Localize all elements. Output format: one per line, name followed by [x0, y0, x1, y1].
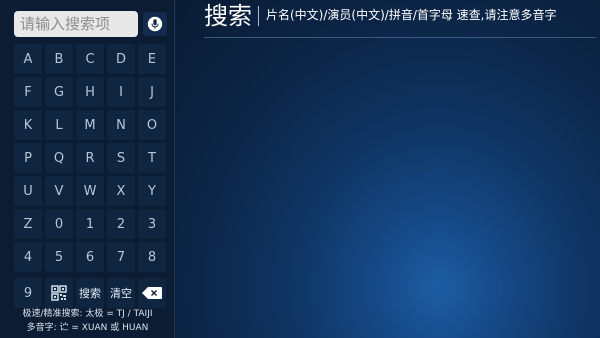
key-2[interactable]: 2: [107, 209, 135, 239]
keyboard-row: ABCDE: [14, 44, 168, 74]
key-0[interactable]: 0: [45, 209, 73, 239]
key-6[interactable]: 6: [76, 242, 104, 272]
qr-code-button[interactable]: [45, 278, 73, 308]
key-8[interactable]: 8: [138, 242, 166, 272]
keyboard-action-row: 9 搜索 清空: [14, 278, 166, 308]
key-w[interactable]: W: [76, 176, 104, 206]
key-h[interactable]: H: [76, 77, 104, 107]
page-title: 搜索: [204, 2, 252, 30]
key-f[interactable]: F: [14, 77, 42, 107]
key-y[interactable]: Y: [138, 176, 166, 206]
onscreen-keyboard: ABCDEFGHIJKLMNOPQRSTUVWXYZ012345678: [14, 44, 168, 275]
search-button[interactable]: 搜索: [76, 278, 104, 308]
header-divider: [204, 37, 596, 38]
hint-polyphonic: 多音字: 𬣞 = XUAN 或 HUAN: [26, 323, 149, 333]
key-u[interactable]: U: [14, 176, 42, 206]
key-l[interactable]: L: [45, 110, 73, 140]
key-m[interactable]: M: [76, 110, 104, 140]
key-1[interactable]: 1: [76, 209, 104, 239]
microphone-icon: [147, 16, 163, 32]
keyboard-row: KLMNO: [14, 110, 168, 140]
key-g[interactable]: G: [45, 77, 73, 107]
backspace-icon: [142, 287, 162, 299]
key-t[interactable]: T: [138, 143, 166, 173]
keyboard-row: 45678: [14, 242, 168, 272]
key-e[interactable]: E: [138, 44, 166, 74]
hint-fast-search: 极速/精准搜索: 太极 = TJ / TAIJI: [22, 309, 153, 319]
key-3[interactable]: 3: [138, 209, 166, 239]
clear-button[interactable]: 清空: [107, 278, 135, 308]
key-d[interactable]: D: [107, 44, 135, 74]
key-4[interactable]: 4: [14, 242, 42, 272]
search-screen: 请输入搜索项 ABCDEFGHIJKLMNOPQRSTUVWXYZ0123456…: [0, 0, 600, 338]
backspace-button[interactable]: [138, 278, 166, 308]
results-area: 搜索 片名(中文)/演员(中文)/拼音/首字母 速查,请注意多音字: [176, 0, 600, 338]
search-input[interactable]: 请输入搜索项: [14, 11, 138, 37]
key-5[interactable]: 5: [45, 242, 73, 272]
key-x[interactable]: X: [107, 176, 135, 206]
voice-search-button[interactable]: [143, 12, 167, 36]
key-9[interactable]: 9: [14, 278, 42, 308]
key-r[interactable]: R: [76, 143, 104, 173]
title-divider: [258, 6, 259, 26]
keyboard-panel: 请输入搜索项 ABCDEFGHIJKLMNOPQRSTUVWXYZ0123456…: [0, 0, 175, 338]
key-k[interactable]: K: [14, 110, 42, 140]
key-o[interactable]: O: [138, 110, 166, 140]
keyboard-row: UVWXY: [14, 176, 168, 206]
keyboard-row: PQRST: [14, 143, 168, 173]
key-a[interactable]: A: [14, 44, 42, 74]
key-j[interactable]: J: [138, 77, 166, 107]
key-p[interactable]: P: [14, 143, 42, 173]
search-instructions: 片名(中文)/演员(中文)/拼音/首字母 速查,请注意多音字: [266, 8, 557, 22]
key-c[interactable]: C: [76, 44, 104, 74]
key-s[interactable]: S: [107, 143, 135, 173]
keyboard-row: Z0123: [14, 209, 168, 239]
key-q[interactable]: Q: [45, 143, 73, 173]
qr-code-icon: [51, 285, 67, 301]
keyboard-row: FGHIJ: [14, 77, 168, 107]
key-n[interactable]: N: [107, 110, 135, 140]
key-b[interactable]: B: [45, 44, 73, 74]
key-z[interactable]: Z: [14, 209, 42, 239]
key-7[interactable]: 7: [107, 242, 135, 272]
key-i[interactable]: I: [107, 77, 135, 107]
key-v[interactable]: V: [45, 176, 73, 206]
